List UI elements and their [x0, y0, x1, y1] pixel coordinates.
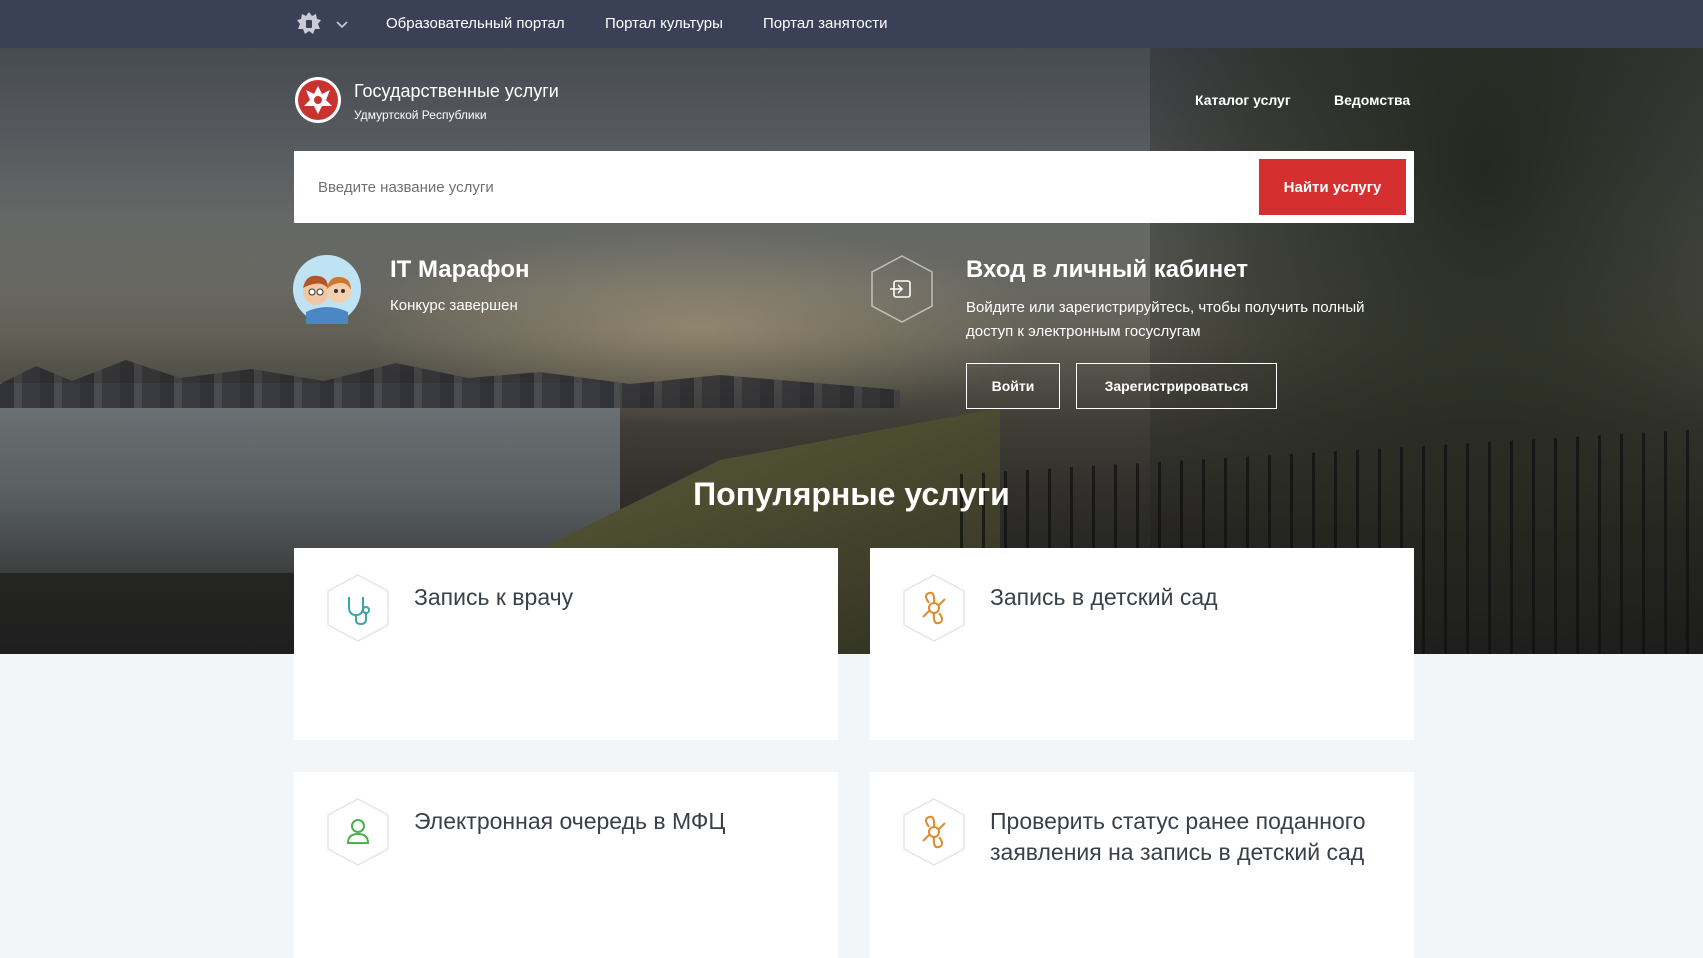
pacifier-icon: [903, 574, 965, 642]
search-bar: Найти услугу: [294, 151, 1414, 223]
top-link-culture[interactable]: Портал культуры: [605, 15, 723, 32]
service-card-label: Запись в детский сад: [990, 584, 1218, 610]
site-subtitle: Удмуртской Республики: [354, 108, 487, 122]
nav-departments[interactable]: Ведомства: [1334, 92, 1410, 108]
top-link-employment[interactable]: Портал занятости: [763, 15, 888, 32]
login-description: Войдите или зарегистрируйтесь, чтобы пол…: [966, 299, 1365, 340]
service-card-label: Электронная очередь в МФЦ: [414, 808, 726, 834]
register-button[interactable]: Зарегистрироваться: [1076, 363, 1277, 409]
popular-services-heading: Популярные услуги: [693, 476, 1010, 512]
login-title: Вход в личный кабинет: [966, 256, 1248, 283]
service-card-label: Проверить статус ранее поданного заявлен…: [990, 808, 1366, 865]
udmurtia-emblem-icon[interactable]: [294, 76, 342, 124]
find-service-button[interactable]: Найти услугу: [1259, 159, 1406, 215]
person-icon: [327, 798, 389, 866]
search-input[interactable]: [294, 151, 1254, 223]
top-link-education[interactable]: Образовательный портал: [386, 15, 565, 32]
hero-background: [0, 48, 1703, 654]
promo-status: Конкурс завершен: [390, 297, 518, 314]
site-title[interactable]: Государственные услуги: [354, 81, 559, 102]
service-card-label: Запись к врачу: [414, 584, 574, 610]
login-button[interactable]: Войти: [966, 363, 1060, 409]
it-marathon-avatar-icon[interactable]: [292, 254, 362, 324]
nav-catalog[interactable]: Каталог услуг: [1195, 92, 1291, 108]
stethoscope-icon: [327, 574, 389, 642]
chevron-down-icon[interactable]: [334, 16, 350, 32]
login-icon: [871, 255, 933, 323]
russian-crest-icon[interactable]: [294, 9, 324, 39]
service-card-mfc-queue[interactable]: Электронная очередь в МФЦ: [294, 772, 838, 958]
service-card-doctor[interactable]: Запись к врачу: [294, 548, 838, 740]
top-bar: Образовательный портал Портал культуры П…: [0, 0, 1703, 48]
pacifier-icon: [903, 798, 965, 866]
service-card-kindergarten[interactable]: Запись в детский сад: [870, 548, 1414, 740]
promo-title[interactable]: IT Марафон: [390, 256, 529, 284]
service-card-kindergarten-status[interactable]: Проверить статус ранее поданного заявлен…: [870, 772, 1414, 958]
